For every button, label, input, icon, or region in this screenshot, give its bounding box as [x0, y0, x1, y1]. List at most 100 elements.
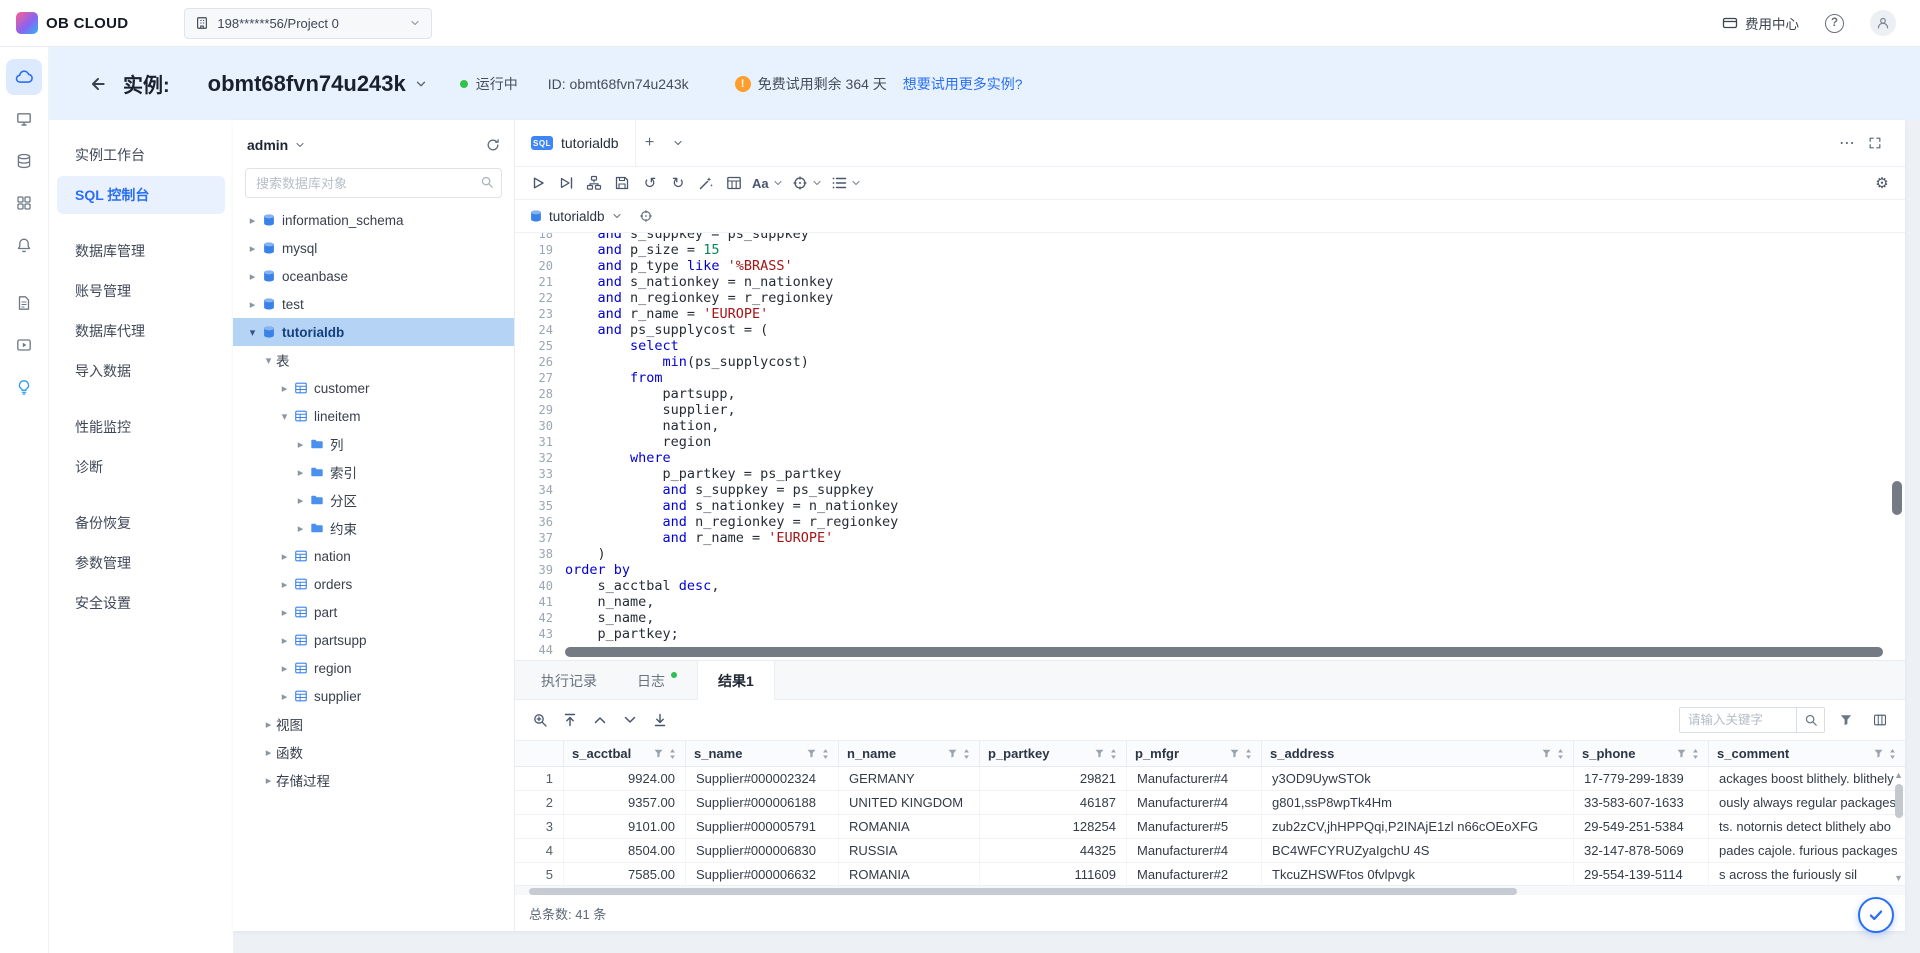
results-tab[interactable]: 结果1 [697, 661, 775, 700]
column-header[interactable]: n_name [839, 741, 980, 766]
table-row[interactable]: 2 9357.00 Supplier#000006188 UNITED KING… [515, 791, 1905, 815]
sidebar-nav-item[interactable]: 安全设置 [57, 584, 225, 622]
run-selection-button[interactable] [553, 170, 579, 196]
keyword-search-input[interactable] [1679, 707, 1797, 733]
rail-database-icon[interactable] [6, 143, 42, 179]
column-header[interactable]: s_address [1262, 741, 1574, 766]
rail-modules-icon[interactable] [6, 185, 42, 221]
sidebar-nav-item[interactable]: 数据库代理 [57, 312, 225, 350]
chevron-icon[interactable] [245, 214, 260, 227]
chevron-icon[interactable] [261, 746, 276, 759]
chevron-icon[interactable] [293, 466, 308, 479]
more-actions-button[interactable]: ⋯ [1833, 129, 1861, 157]
sidebar-nav-item[interactable]: 备份恢复 [57, 504, 225, 542]
rail-video-icon[interactable] [6, 327, 42, 363]
filter-icon[interactable] [1094, 748, 1105, 759]
table-row[interactable]: 1 9924.00 Supplier#000002324 GERMANY 298… [515, 767, 1905, 791]
filter-icon[interactable] [653, 748, 664, 759]
tree-item[interactable]: 索引 [233, 458, 514, 486]
chevron-icon[interactable] [293, 522, 308, 535]
table-vertical-scrollbar[interactable]: ▲ ▼ [1893, 768, 1905, 886]
chevron-icon[interactable] [277, 634, 292, 647]
chevron-icon[interactable] [277, 662, 292, 675]
rail-monitor-icon[interactable] [6, 101, 42, 137]
column-header[interactable]: s_comment [1709, 741, 1905, 766]
sql-code-editor[interactable]: 18 and s_suppkey = ps_suppkey 19 and p_s… [515, 233, 1905, 661]
tree-item[interactable]: 视图 [233, 710, 514, 738]
column-header[interactable]: s_acctbal [564, 741, 686, 766]
column-header[interactable] [515, 741, 564, 766]
editor-vertical-scrollbar[interactable] [1892, 481, 1902, 515]
result-view-button[interactable] [721, 170, 747, 196]
filter-icon[interactable] [1873, 748, 1884, 759]
project-selector[interactable]: 198******56/Project 0 [184, 8, 432, 39]
font-size-select[interactable]: Aa [749, 170, 787, 196]
sort-icon[interactable] [1888, 748, 1897, 760]
filter-icon[interactable] [1833, 707, 1859, 733]
charset-select[interactable] [789, 170, 826, 196]
chevron-icon[interactable] [277, 606, 292, 619]
column-header[interactable]: s_name [686, 741, 839, 766]
tree-item[interactable]: mysql [233, 234, 514, 262]
trial-more-link[interactable]: 想要试用更多实例? [903, 74, 1023, 94]
chevron-icon[interactable] [277, 550, 292, 563]
fullscreen-icon[interactable] [1861, 129, 1889, 157]
redo-button[interactable]: ↻ [665, 170, 691, 196]
chevron-icon[interactable] [277, 690, 292, 703]
filter-icon[interactable] [1229, 748, 1240, 759]
search-icon[interactable] [480, 175, 494, 189]
tab-list-dropdown[interactable] [664, 129, 692, 157]
column-header[interactable]: p_mfgr [1127, 741, 1262, 766]
chevron-icon[interactable] [245, 242, 260, 255]
results-tab[interactable]: 日志 [617, 661, 697, 700]
sort-icon[interactable] [962, 748, 971, 760]
filter-icon[interactable] [1676, 748, 1687, 759]
chevron-icon[interactable] [293, 494, 308, 507]
refresh-button[interactable] [486, 138, 500, 152]
tree-item[interactable]: region [233, 654, 514, 682]
billing-center-button[interactable]: 费用中心 [1722, 13, 1799, 33]
chevron-icon[interactable] [277, 410, 292, 423]
tree-item[interactable]: customer [233, 374, 514, 402]
editor-horizontal-scrollbar[interactable] [565, 647, 1883, 657]
sort-icon[interactable] [1244, 748, 1253, 760]
scroll-to-bottom-button[interactable] [647, 707, 673, 733]
column-header[interactable]: p_partkey [980, 741, 1127, 766]
instance-switch-chevron-icon[interactable] [414, 77, 428, 91]
confirm-fab-button[interactable] [1858, 897, 1894, 933]
user-avatar[interactable] [1870, 10, 1896, 36]
sidebar-nav-item[interactable]: 数据库管理 [57, 232, 225, 270]
tree-item[interactable]: supplier [233, 682, 514, 710]
sidebar-nav-item[interactable]: SQL 控制台 [57, 176, 225, 214]
tree-item[interactable]: 表 [233, 346, 514, 374]
sort-icon[interactable] [1109, 748, 1118, 760]
sort-icon[interactable] [668, 748, 677, 760]
tree-item[interactable]: tutorialdb [233, 318, 514, 346]
tree-item[interactable]: part [233, 598, 514, 626]
zoom-detail-button[interactable] [527, 707, 553, 733]
filter-icon[interactable] [1541, 748, 1552, 759]
next-row-button[interactable] [617, 707, 643, 733]
sort-icon[interactable] [1556, 748, 1565, 760]
sort-icon[interactable] [1691, 748, 1700, 760]
table-row[interactable]: 5 7585.00 Supplier#000006632 ROMANIA 111… [515, 863, 1905, 885]
tree-item[interactable]: orders [233, 570, 514, 598]
filter-icon[interactable] [947, 748, 958, 759]
current-database-selector[interactable]: tutorialdb [549, 209, 605, 224]
editor-settings-button[interactable]: ⚙ [1869, 170, 1895, 196]
tree-item[interactable]: 约束 [233, 514, 514, 542]
back-button[interactable] [89, 75, 107, 93]
tree-item[interactable]: lineitem [233, 402, 514, 430]
column-header[interactable]: s_phone [1574, 741, 1709, 766]
sql-editor-tab[interactable]: SQL tutorialdb [515, 120, 636, 166]
format-sql-button[interactable] [693, 170, 719, 196]
tree-item[interactable]: 存储过程 [233, 766, 514, 794]
sidebar-nav-item[interactable]: 实例工作台 [57, 136, 225, 174]
table-horizontal-scrollbar-thumb[interactable] [529, 888, 1517, 895]
tree-search-input[interactable] [245, 168, 502, 198]
table-row[interactable]: 4 8504.00 Supplier#000006830 RUSSIA 4432… [515, 839, 1905, 863]
chevron-icon[interactable] [261, 718, 276, 731]
chevron-down-icon[interactable] [294, 139, 306, 151]
rail-docs-icon[interactable] [6, 285, 42, 321]
tree-item[interactable]: nation [233, 542, 514, 570]
